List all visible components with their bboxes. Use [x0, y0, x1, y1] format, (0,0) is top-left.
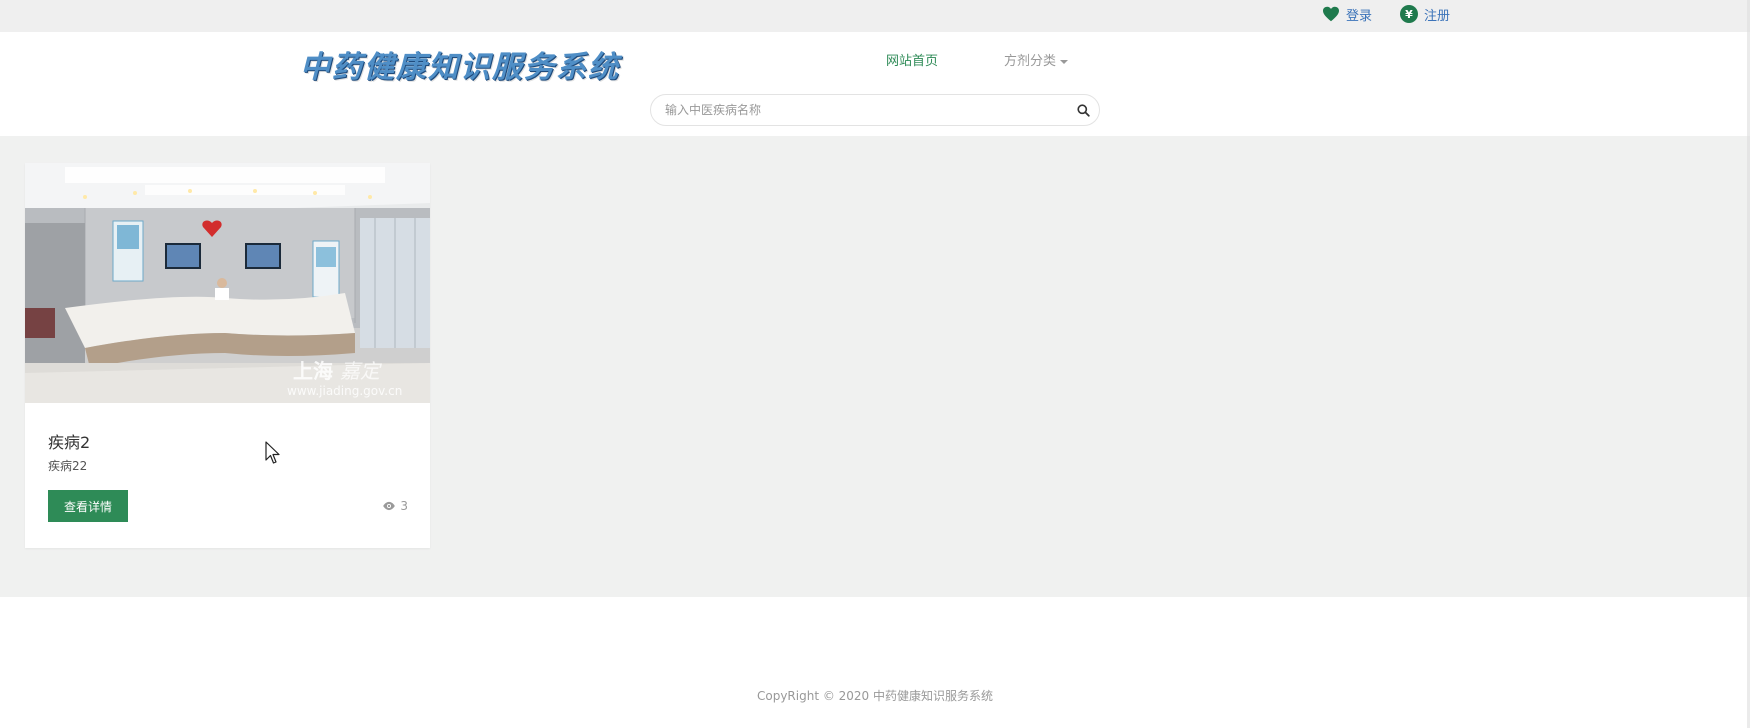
view-count-value: 3: [400, 499, 408, 513]
image-watermark-mark: 嘉定: [340, 359, 382, 383]
view-details-button[interactable]: 查看详情: [48, 490, 128, 522]
register-link[interactable]: ¥ 注册: [1400, 0, 1450, 28]
nav-item-category-label: 方剂分类: [1004, 54, 1057, 69]
header: 中药健康知识服务系统 网站首页 方剂分类: [0, 32, 1750, 136]
main-content: 上海 嘉定 www.jiading.gov.cn 疾病2 疾病22 查看详情 3: [0, 136, 1750, 597]
disease-card[interactable]: 上海 嘉定 www.jiading.gov.cn 疾病2 疾病22 查看详情 3: [25, 163, 430, 548]
site-logo[interactable]: 中药健康知识服务系统: [300, 42, 620, 86]
caret-down-icon: [1060, 59, 1069, 64]
heart-icon: [1322, 5, 1340, 23]
page: 登录 ¥ 注册 中药健康知识服务系统 网站首页 方剂分类 输入中医疾病名称 上海…: [0, 0, 1750, 728]
image-watermark-url: www.jiading.gov.cn: [287, 384, 402, 398]
search-button[interactable]: [1067, 94, 1099, 126]
nav-item-home[interactable]: 网站首页: [886, 50, 938, 69]
card-title[interactable]: 疾病2: [48, 429, 90, 453]
footer: CopyRight © 2020 中药健康知识服务系统: [0, 597, 1750, 728]
card-subtitle: 疾病22: [48, 459, 88, 473]
search-input[interactable]: [651, 103, 1067, 117]
copyright-text: CopyRight © 2020 中药健康知识服务系统: [756, 689, 994, 703]
nav-item-category[interactable]: 方剂分类: [1004, 50, 1069, 69]
yen-icon: ¥: [1400, 5, 1418, 23]
search-icon: [1076, 103, 1090, 117]
eye-icon: [383, 501, 396, 511]
login-label: 登录: [1346, 8, 1373, 24]
main-nav: 网站首页 方剂分类: [886, 50, 1069, 69]
login-link[interactable]: 登录: [1322, 0, 1372, 28]
register-label: 注册: [1424, 8, 1451, 24]
card-image[interactable]: 上海 嘉定 www.jiading.gov.cn: [25, 163, 430, 403]
top-bar: 登录 ¥ 注册: [0, 0, 1750, 33]
search-box: [650, 94, 1100, 126]
hospital-lobby-image: 上海 嘉定 www.jiading.gov.cn: [25, 163, 430, 403]
view-count: 3: [382, 499, 408, 513]
image-watermark-city: 上海: [293, 359, 333, 383]
